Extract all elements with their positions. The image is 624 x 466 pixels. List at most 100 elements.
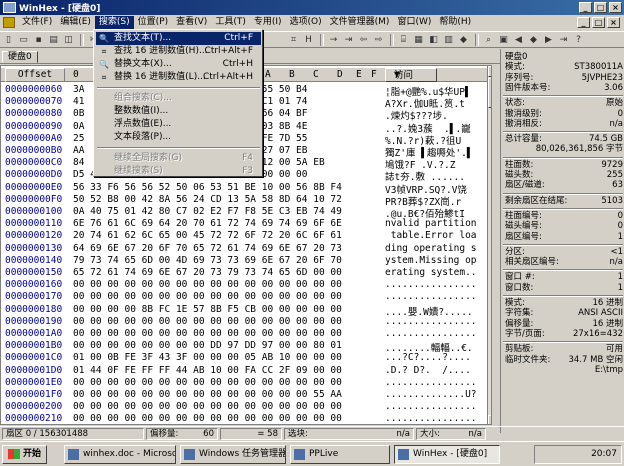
row-ascii[interactable]: ................ xyxy=(385,413,489,424)
table-row[interactable]: 0000000200 00 00 00 00 00 00 00 00 00 00 … xyxy=(1,401,491,414)
table-row[interactable]: 0000000130 64 69 6E 67 20 6F 70 65 72 61 … xyxy=(1,243,491,256)
search-menu-item[interactable]: ⌗ 替换 16 进制数值(L)... Ctrl+Alt+H xyxy=(96,71,261,84)
new-icon[interactable]: ▯ xyxy=(2,34,15,46)
open-icon[interactable]: ▭ xyxy=(17,34,30,46)
search-menu-item[interactable]: 整数数值(I)... xyxy=(96,105,261,118)
table-row[interactable]: 0000000150 65 72 61 74 69 6E 67 20 73 79 … xyxy=(1,267,491,280)
last-sector-icon[interactable]: ⇥ xyxy=(557,34,570,46)
row-hex[interactable]: 20 74 61 62 6C 65 00 45 72 72 6F 72 20 6… xyxy=(73,230,342,241)
hash-icon[interactable]: ◆ xyxy=(457,34,470,46)
menu-view[interactable]: 查看(V) xyxy=(172,16,211,29)
row-ascii[interactable]: ................ xyxy=(385,279,489,290)
doc-minimize-button[interactable]: _ xyxy=(577,17,590,28)
maximize-button[interactable]: □ xyxy=(594,2,607,13)
back-icon[interactable]: ⇦ xyxy=(357,34,370,46)
search-menu-item[interactable]: 组合搜索(C)... xyxy=(96,92,261,105)
first-sector-icon[interactable]: ◀ xyxy=(512,34,525,46)
row-hex[interactable]: 6E 76 61 6C 69 64 20 70 61 72 74 69 74 6… xyxy=(73,218,342,229)
save-icon[interactable]: ▪ xyxy=(32,34,45,46)
row-hex[interactable]: 00 00 00 00 00 00 00 00 00 00 00 00 00 0… xyxy=(73,316,342,327)
print-icon[interactable]: ▤ xyxy=(47,34,60,46)
row-hex[interactable]: 00 00 00 00 00 00 00 00 00 00 00 00 00 0… xyxy=(73,401,342,412)
menu-options[interactable]: 选项(O) xyxy=(286,16,326,29)
vertical-scrollbar[interactable]: ▲ ▼ xyxy=(487,66,491,424)
help-icon[interactable]: ? xyxy=(572,34,585,46)
ram-editor-icon[interactable]: ▦ xyxy=(412,34,425,46)
table-row[interactable]: 0000000100 0A 40 75 01 42 80 C7 02 E2 F7 … xyxy=(1,206,491,220)
properties-icon[interactable]: ◫ xyxy=(62,34,75,46)
scroll-thumb[interactable] xyxy=(488,78,491,108)
search-menu-item[interactable]: ⌗ 查找 16 进制数值(H)... Ctrl+Alt+F xyxy=(96,45,261,58)
row-ascii[interactable]: ................ xyxy=(385,291,489,302)
taskbar-item-task-manager[interactable]: Windows 任务管理器 xyxy=(180,445,286,464)
table-row[interactable]: 00000001B0 00 00 00 00 00 00 00 00 DD 97 … xyxy=(1,340,491,354)
table-row[interactable]: 0000000210 00 00 00 00 00 00 00 00 00 00 … xyxy=(1,413,491,424)
menu-help[interactable]: 帮助(H) xyxy=(435,16,475,29)
doc-close-button[interactable]: × xyxy=(607,17,620,28)
row-hex[interactable]: 01 44 0F FE FF FF 44 AB 10 00 FA CC 2F 0… xyxy=(73,365,342,376)
table-row[interactable]: 00000001E0 00 00 00 00 00 00 00 00 00 00 … xyxy=(1,377,491,390)
row-ascii[interactable]: nvalid partition xyxy=(385,218,489,229)
row-hex[interactable]: 00 00 00 00 00 00 00 00 00 00 00 00 00 0… xyxy=(73,389,342,400)
find-hex-icon[interactable]: ⌗ xyxy=(287,34,300,46)
row-ascii[interactable]: table.Error loa xyxy=(385,230,489,241)
zoom-icon[interactable]: ⌕ xyxy=(482,34,495,46)
search-menu-item[interactable]: 继续搜索(S) F3 xyxy=(96,165,261,178)
table-row[interactable]: 00000000E0 56 33 F6 56 56 52 50 06 53 51 … xyxy=(1,182,491,196)
next-sector-icon[interactable]: ▶ xyxy=(542,34,555,46)
scroll-down-icon[interactable]: ▼ xyxy=(488,415,491,424)
table-row[interactable]: 0000000160 00 00 00 00 00 00 00 00 00 00 … xyxy=(1,279,491,292)
scroll-up-icon[interactable]: ▲ xyxy=(488,66,491,77)
row-hex[interactable]: 79 73 74 65 6D 00 4D 69 73 73 69 6E 67 2… xyxy=(73,255,342,266)
clock[interactable]: 20:07 xyxy=(591,449,617,459)
table-row[interactable]: 00000001D0 01 44 0F FE FF FF 44 AB 10 00 … xyxy=(1,365,491,378)
prev-sector-icon[interactable]: ◆ xyxy=(527,34,540,46)
search-menu-item[interactable]: 文本段落(P)... xyxy=(96,131,261,144)
forward-icon[interactable]: ⇨ xyxy=(372,34,385,46)
document-icon[interactable] xyxy=(3,17,15,28)
taskbar-item-pplive[interactable]: PPLive xyxy=(290,445,390,464)
minimize-button[interactable]: _ xyxy=(579,2,592,13)
doc-restore-button[interactable]: □ xyxy=(592,17,605,28)
menu-edit[interactable]: 编辑(E) xyxy=(56,16,95,29)
row-hex[interactable]: 65 72 61 74 69 6E 67 20 73 79 73 74 65 6… xyxy=(73,267,342,278)
row-ascii[interactable]: ................ xyxy=(385,328,489,339)
hex-icon[interactable]: H xyxy=(302,34,315,46)
row-hex[interactable]: 00 00 00 00 00 00 00 00 00 00 00 00 00 0… xyxy=(73,413,342,424)
row-hex[interactable]: 00 00 00 00 00 00 00 00 DD 97 DD 97 00 0… xyxy=(73,340,342,351)
goto-icon[interactable]: → xyxy=(327,34,340,46)
close-button[interactable]: × xyxy=(609,2,622,13)
menu-special[interactable]: 专用(I) xyxy=(250,16,286,29)
menu-file[interactable]: 文件(F) xyxy=(18,16,56,29)
table-row[interactable]: 0000000120 20 74 61 62 6C 65 00 45 72 72 … xyxy=(1,230,491,243)
row-ascii[interactable]: ................ xyxy=(385,377,489,388)
menu-position[interactable]: 位置(P) xyxy=(134,16,172,29)
row-ascii[interactable]: ...?C?....?.... xyxy=(385,352,489,363)
row-ascii[interactable]: ................ xyxy=(385,316,489,327)
table-row[interactable]: 0000000110 6E 76 61 6C 69 64 20 70 61 72 … xyxy=(1,218,491,231)
row-ascii[interactable]: ystem.Missing op xyxy=(385,255,489,266)
table-row[interactable]: 0000000170 00 00 00 00 00 00 00 00 00 00 … xyxy=(1,291,491,304)
table-row[interactable]: 00000001F0 00 00 00 00 00 00 00 00 00 00 … xyxy=(1,389,491,402)
row-hex[interactable]: 0A 40 75 01 42 80 C7 02 E2 F7 F8 5E C3 E… xyxy=(73,206,342,217)
access-button[interactable]: 访问 ▼ xyxy=(385,68,437,82)
offset-header[interactable]: Offset xyxy=(5,68,65,82)
menu-window[interactable]: 窗口(W) xyxy=(393,16,435,29)
table-row[interactable]: 0000000190 00 00 00 00 00 00 00 00 00 00 … xyxy=(1,316,491,329)
search-menu-item[interactable]: 浮点数值(E)... xyxy=(96,118,261,131)
disk-editor-icon[interactable]: ⌸ xyxy=(397,34,410,46)
row-ascii[interactable]: ................ xyxy=(385,401,489,412)
search-menu-item[interactable]: 🔍 替换文本(X)... Ctrl+H xyxy=(96,58,261,71)
row-ascii[interactable]: ..............U? xyxy=(385,389,489,400)
row-hex[interactable]: 64 69 6E 67 20 6F 70 65 72 61 74 69 6E 6… xyxy=(73,243,342,254)
row-hex[interactable]: 56 33 F6 56 56 52 50 06 53 51 BE 10 00 5… xyxy=(73,182,342,193)
table-row[interactable]: 00000000F0 50 52 B8 00 42 8A 56 24 CD 13 … xyxy=(1,194,491,208)
row-hex[interactable]: 50 52 B8 00 42 8A 56 24 CD 13 5A 58 8D 6… xyxy=(73,194,342,205)
row-ascii[interactable]: erating system.. xyxy=(385,267,489,278)
taskbar-item-word[interactable]: winhex.doc - Microso... xyxy=(64,445,176,464)
menu-tools[interactable]: 工具(T) xyxy=(211,16,250,29)
copy-sector-icon[interactable]: ▣ xyxy=(497,34,510,46)
row-hex[interactable]: 00 00 00 00 00 00 00 00 00 00 00 00 00 0… xyxy=(73,377,342,388)
row-hex[interactable]: 00 00 00 00 00 00 00 00 00 00 00 00 00 0… xyxy=(73,279,342,290)
row-hex[interactable]: 00 00 00 00 8B FC 1E 57 8B F5 CB 00 00 0… xyxy=(73,304,342,315)
